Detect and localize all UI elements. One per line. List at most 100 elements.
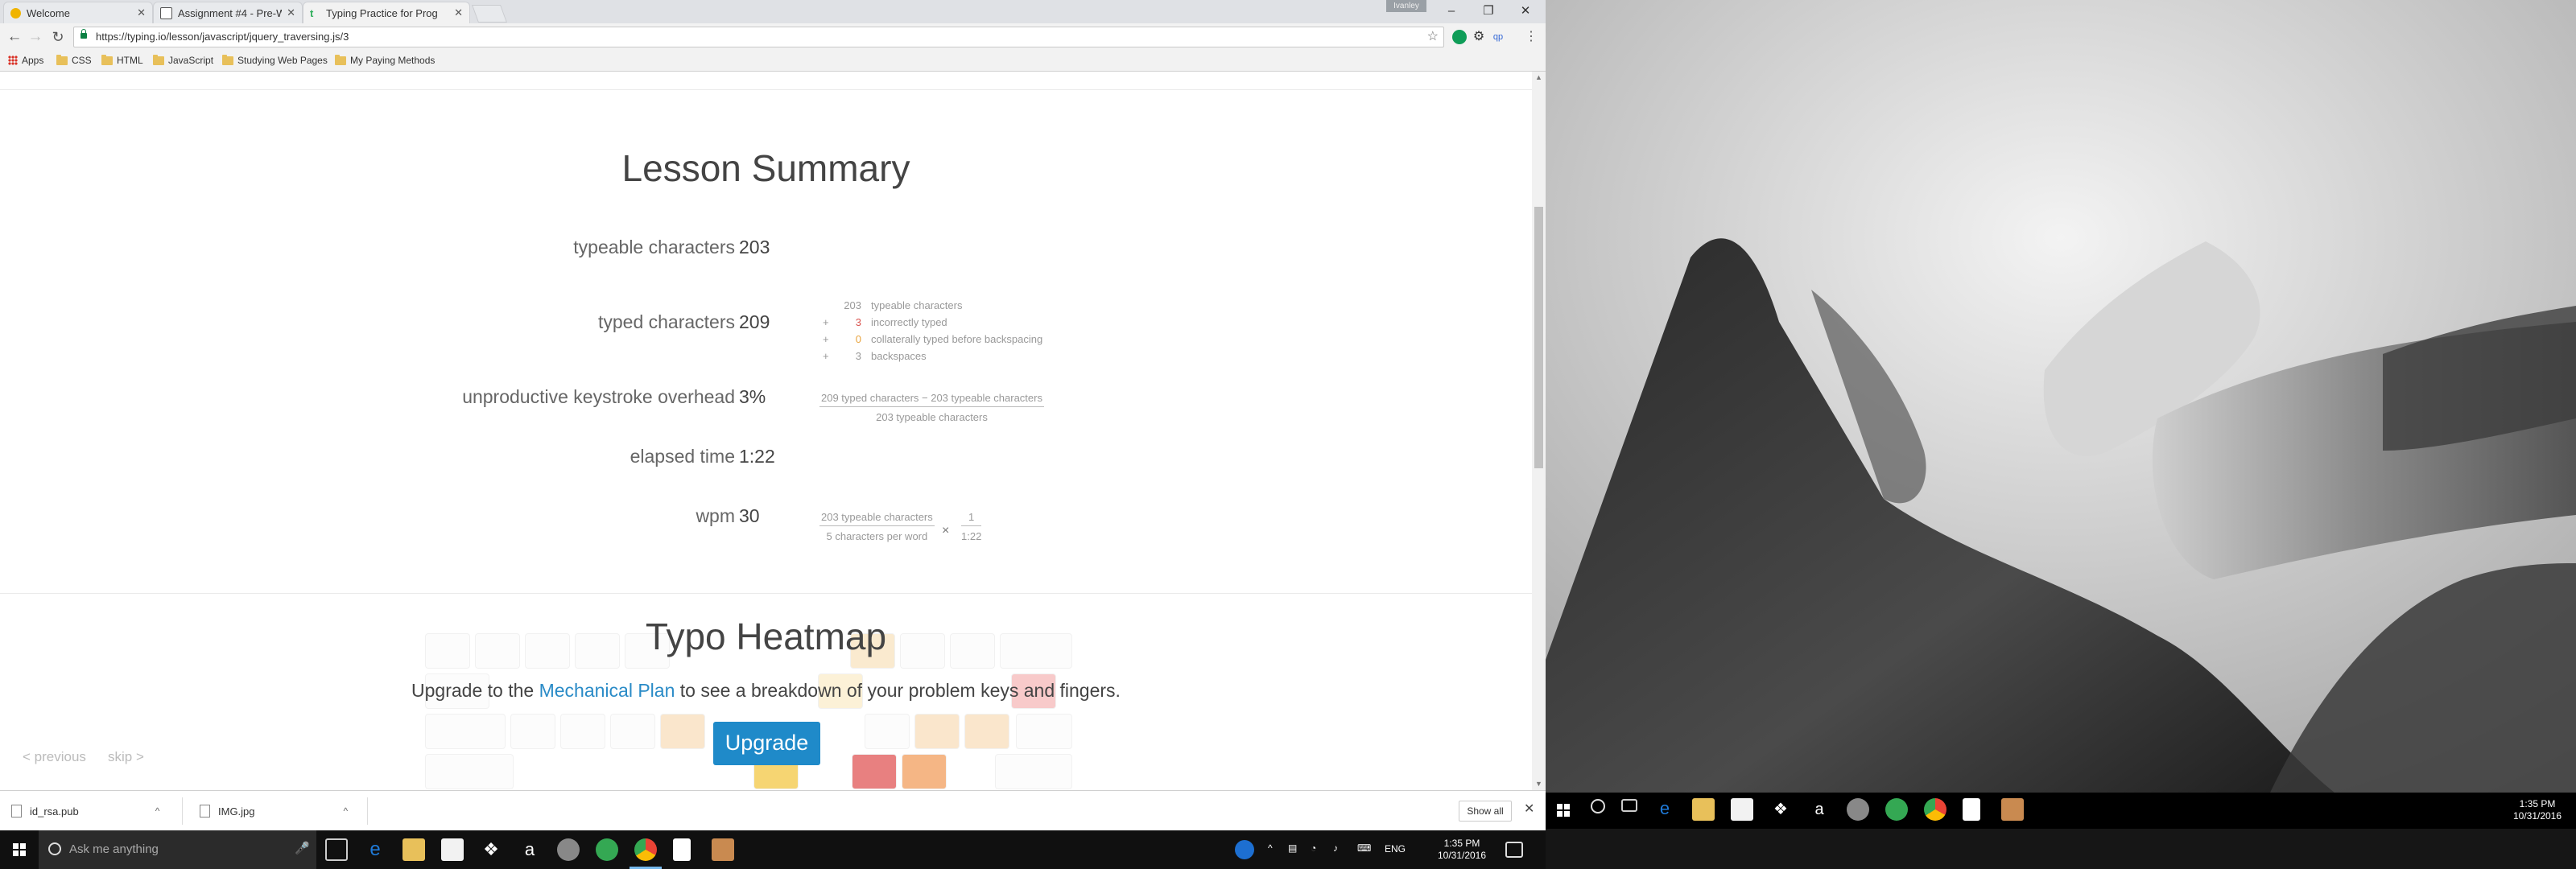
close-icon[interactable]: ✕ <box>1524 801 1534 817</box>
dropbox-icon[interactable]: ❖ <box>1769 798 1792 821</box>
grammarly-extension-icon[interactable] <box>1452 30 1467 44</box>
windows-start-icon[interactable] <box>13 843 26 856</box>
file-explorer-icon[interactable] <box>1692 798 1715 821</box>
download-filename: id_rsa.pub <box>30 805 79 818</box>
breakdown-number: 0 <box>855 333 861 345</box>
folder-icon <box>56 54 68 65</box>
typeable-characters-value: 203 <box>739 237 770 257</box>
wpm-rate-fraction: 1 1:22 <box>961 511 982 542</box>
restore-button[interactable]: ❐ <box>1470 0 1507 23</box>
formula-denominator: 203 typeable characters <box>876 411 988 423</box>
download-item[interactable]: id_rsa.pub ^ <box>11 801 159 822</box>
language-indicator[interactable]: ENG <box>1385 843 1406 855</box>
extension-icon[interactable]: qp <box>1491 30 1505 44</box>
back-arrow-icon[interactable]: ← <box>5 27 24 47</box>
bookmark-javascript[interactable]: JavaScript <box>153 54 214 66</box>
taskbar-clock[interactable]: 1:35 PM 10/31/2016 <box>1430 838 1494 862</box>
menu-kebab-icon[interactable]: ⋮ <box>1524 30 1538 44</box>
close-tab-icon[interactable]: ✕ <box>137 6 146 19</box>
grammarly-icon[interactable] <box>1885 798 1908 821</box>
elapsed-time-label: elapsed time <box>630 446 735 467</box>
bookmark-label: JavaScript <box>168 55 214 66</box>
notepad-icon[interactable] <box>673 838 691 861</box>
photos-icon[interactable] <box>712 838 734 861</box>
windows-start-icon[interactable] <box>1557 804 1570 817</box>
scrollbar-thumb[interactable] <box>1534 207 1543 468</box>
bookmark-html[interactable]: HTML <box>101 54 143 66</box>
bookmark-label: Studying Web Pages <box>237 55 328 66</box>
breakdown-row: +0 collaterally typed before backspacing <box>823 333 1042 345</box>
chevron-up-icon[interactable]: ^ <box>1268 842 1273 854</box>
secondary-taskbar-clock[interactable]: 1:35 PM 10/31/2016 <box>2505 798 2570 822</box>
folder-icon <box>101 54 113 65</box>
wpm-label: wpm <box>696 505 735 526</box>
minimize-button[interactable]: – <box>1433 0 1470 23</box>
volume-icon[interactable]: ♪ <box>1333 842 1338 854</box>
close-tab-icon[interactable]: ✕ <box>454 6 463 19</box>
notepad-icon[interactable] <box>1963 798 1980 821</box>
typo-heatmap-title: Typo Heatmap <box>645 616 887 657</box>
close-window-button[interactable]: ✕ <box>1507 0 1544 23</box>
profile-chip[interactable]: Ivanley <box>1386 0 1426 12</box>
tab-strip: Welcome ✕ Assignment #4 - Pre-Wo ✕ t Typ… <box>0 0 1546 24</box>
scroll-down-icon[interactable]: ▼ <box>1535 780 1542 788</box>
close-tab-icon[interactable]: ✕ <box>287 6 295 19</box>
mechanical-plan-link[interactable]: Mechanical Plan <box>539 680 675 701</box>
task-view-icon[interactable] <box>1621 799 1637 812</box>
wifi-icon[interactable]: ◔ <box>1311 842 1316 854</box>
skip-link[interactable]: skip > <box>108 749 144 765</box>
download-item[interactable]: IMG.jpg ^ <box>200 801 348 822</box>
grammarly-icon[interactable] <box>596 838 618 861</box>
store-icon[interactable] <box>1731 798 1753 821</box>
page-scrollbar[interactable]: ▲ ▼ <box>1532 72 1546 790</box>
chevron-up-icon[interactable]: ^ <box>155 805 160 817</box>
file-explorer-icon[interactable] <box>402 838 425 861</box>
bookmark-css[interactable]: CSS <box>56 54 92 66</box>
clock-time: 1:35 PM <box>2519 798 2556 809</box>
typing-io-favicon-icon: t <box>310 6 314 19</box>
keyboard-icon[interactable]: ⌨ <box>1357 842 1371 854</box>
edge-icon[interactable]: e <box>1653 798 1676 821</box>
typed-characters-value: 209 <box>739 311 770 332</box>
amazon-icon[interactable]: a <box>518 838 541 861</box>
breakdown-row: +3 incorrectly typed <box>823 316 947 328</box>
app-icon[interactable] <box>1847 798 1869 821</box>
edge-icon[interactable]: e <box>364 838 386 861</box>
chrome-icon[interactable] <box>634 838 657 861</box>
new-tab-button[interactable] <box>471 5 508 23</box>
upgrade-button[interactable]: Upgrade <box>713 722 820 765</box>
microphone-icon[interactable]: 🎤 <box>295 841 310 855</box>
tab-typing-practice[interactable]: t Typing Practice for Prog ✕ <box>303 2 470 23</box>
chevron-up-icon[interactable]: ^ <box>344 805 349 817</box>
wpm-value: 30 <box>739 505 760 526</box>
dropbox-icon[interactable]: ❖ <box>480 838 502 861</box>
show-all-button[interactable]: Show all <box>1459 801 1512 822</box>
chrome-icon[interactable] <box>1924 798 1946 821</box>
address-bar[interactable]: https://typing.io/lesson/javascript/jque… <box>73 27 1444 47</box>
photos-icon[interactable] <box>2001 798 2024 821</box>
bookmark-star-icon[interactable]: ☆ <box>1427 27 1439 47</box>
scroll-up-icon[interactable]: ▲ <box>1535 73 1542 81</box>
tab-welcome[interactable]: Welcome ✕ <box>3 2 153 23</box>
tab-assignment[interactable]: Assignment #4 - Pre-Wo ✕ <box>153 2 303 23</box>
clock-date: 10/31/2016 <box>1437 850 1487 861</box>
task-view-icon[interactable] <box>325 838 348 861</box>
action-center-icon[interactable] <box>1505 842 1523 858</box>
bookmark-my-paying-methods[interactable]: My Paying Methods <box>335 54 435 66</box>
app-icon[interactable] <box>557 838 580 861</box>
cortana-search-box[interactable]: Ask me anything 🎤 <box>39 830 316 869</box>
bookmark-studying-web-pages[interactable]: Studying Web Pages <box>222 54 328 66</box>
network-icon[interactable]: ▤ <box>1288 842 1297 854</box>
forward-arrow-icon[interactable]: → <box>26 27 45 47</box>
store-icon[interactable] <box>441 838 464 861</box>
amazon-icon[interactable]: a <box>1808 798 1831 821</box>
separator <box>182 797 183 825</box>
right-monitor: e ❖ a 1:35 PM 10/31/2016 <box>1546 0 2576 869</box>
settings-gear-icon[interactable]: ⚙ <box>1472 30 1486 44</box>
previous-link[interactable]: < previous <box>23 749 86 765</box>
bookmark-apps[interactable]: Apps <box>8 55 43 66</box>
apps-grid-icon <box>8 56 18 65</box>
cortana-icon[interactable] <box>1591 799 1605 813</box>
notification-badge-icon[interactable] <box>1235 840 1254 859</box>
reload-icon[interactable]: ↻ <box>48 27 68 47</box>
